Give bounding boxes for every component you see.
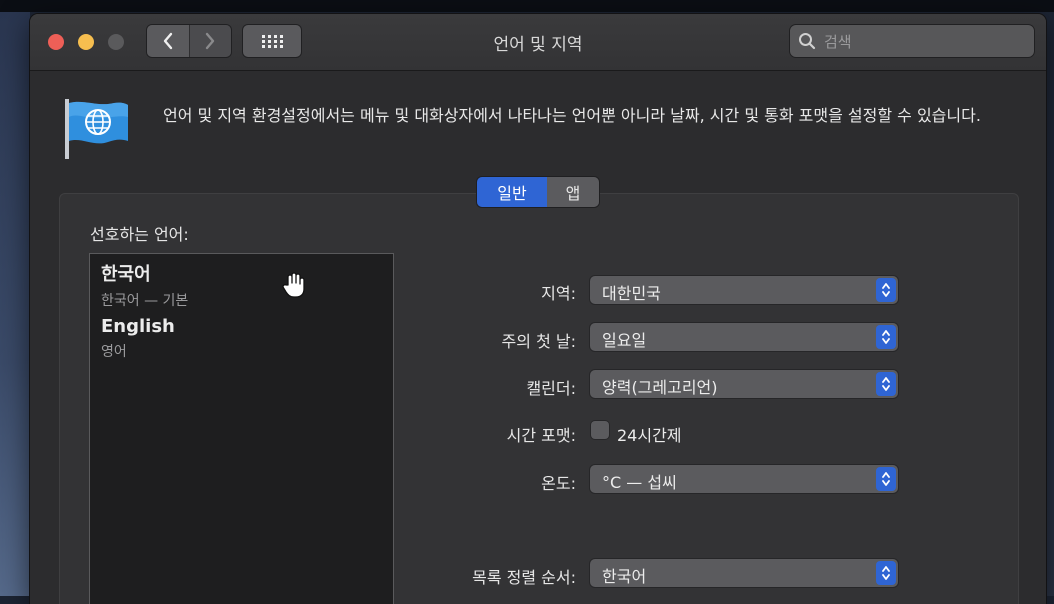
- search-input[interactable]: [822, 27, 1026, 57]
- language-name: English: [101, 316, 175, 337]
- flag-globe-icon: [65, 99, 128, 159]
- language-subtitle: 한국어 — 기본: [101, 293, 189, 309]
- calendar-label: 캘린더:: [526, 379, 576, 398]
- 24-hour-checkbox[interactable]: [591, 421, 609, 439]
- list-item[interactable]: English 영어: [101, 316, 175, 361]
- first-day-label: 주의 첫 날:: [501, 332, 576, 351]
- preferences-window: 언어 및 지역 언어 및 지역 환경설정에서는 메뉴 및 대화상자에서 나타나는…: [30, 14, 1046, 604]
- title-bar: 언어 및 지역: [30, 14, 1046, 71]
- region-popup[interactable]: 대한민국: [590, 276, 898, 304]
- 24-hour-checkbox-label[interactable]: 24시간제: [617, 422, 682, 446]
- search-field[interactable]: [790, 25, 1034, 57]
- sort-order-value: 한국어: [602, 567, 647, 586]
- up-down-chevron-icon: [876, 372, 896, 396]
- time-format-label: 시간 포맷:: [506, 426, 576, 445]
- language-name: 한국어: [101, 264, 151, 285]
- calendar-popup[interactable]: 양력(그레고리언): [590, 370, 898, 398]
- hand-cursor-icon: [282, 272, 305, 298]
- search-icon: [799, 33, 816, 50]
- sort-order-label: 목록 정렬 순서:: [472, 568, 576, 587]
- calendar-value: 양력(그레고리언): [602, 378, 718, 397]
- first-day-value: 일요일: [602, 331, 647, 350]
- tab-apps[interactable]: 앱: [547, 177, 599, 207]
- first-day-popup[interactable]: 일요일: [590, 323, 898, 351]
- region-label: 지역:: [541, 284, 576, 303]
- menu-bar: [0, 0, 1054, 12]
- sort-order-popup[interactable]: 한국어: [590, 559, 898, 587]
- language-subtitle: 영어: [101, 344, 127, 360]
- list-item[interactable]: 한국어 한국어 — 기본: [101, 260, 188, 310]
- content-area: 언어 및 지역 환경설정에서는 메뉴 및 대화상자에서 나타나는 언어뿐 아니라…: [30, 71, 1046, 604]
- up-down-chevron-icon: [876, 278, 896, 302]
- temperature-label: 온도:: [541, 474, 576, 493]
- tab-control: 일반 앱: [477, 177, 599, 207]
- tab-general[interactable]: 일반: [477, 177, 547, 207]
- temperature-value: °C — 섭씨: [602, 473, 677, 492]
- preferred-languages-label: 선호하는 언어:: [90, 225, 189, 244]
- desktop-background: [0, 12, 30, 596]
- up-down-chevron-icon: [876, 467, 896, 491]
- up-down-chevron-icon: [876, 561, 896, 585]
- up-down-chevron-icon: [876, 325, 896, 349]
- pane-description: 언어 및 지역 환경설정에서는 메뉴 및 대화상자에서 나타나는 언어뿐 아니라…: [163, 106, 981, 125]
- preferred-languages-list[interactable]: 한국어 한국어 — 기본 English 영어: [89, 253, 394, 604]
- temperature-popup[interactable]: °C — 섭씨: [590, 465, 898, 493]
- region-value: 대한민국: [602, 284, 661, 303]
